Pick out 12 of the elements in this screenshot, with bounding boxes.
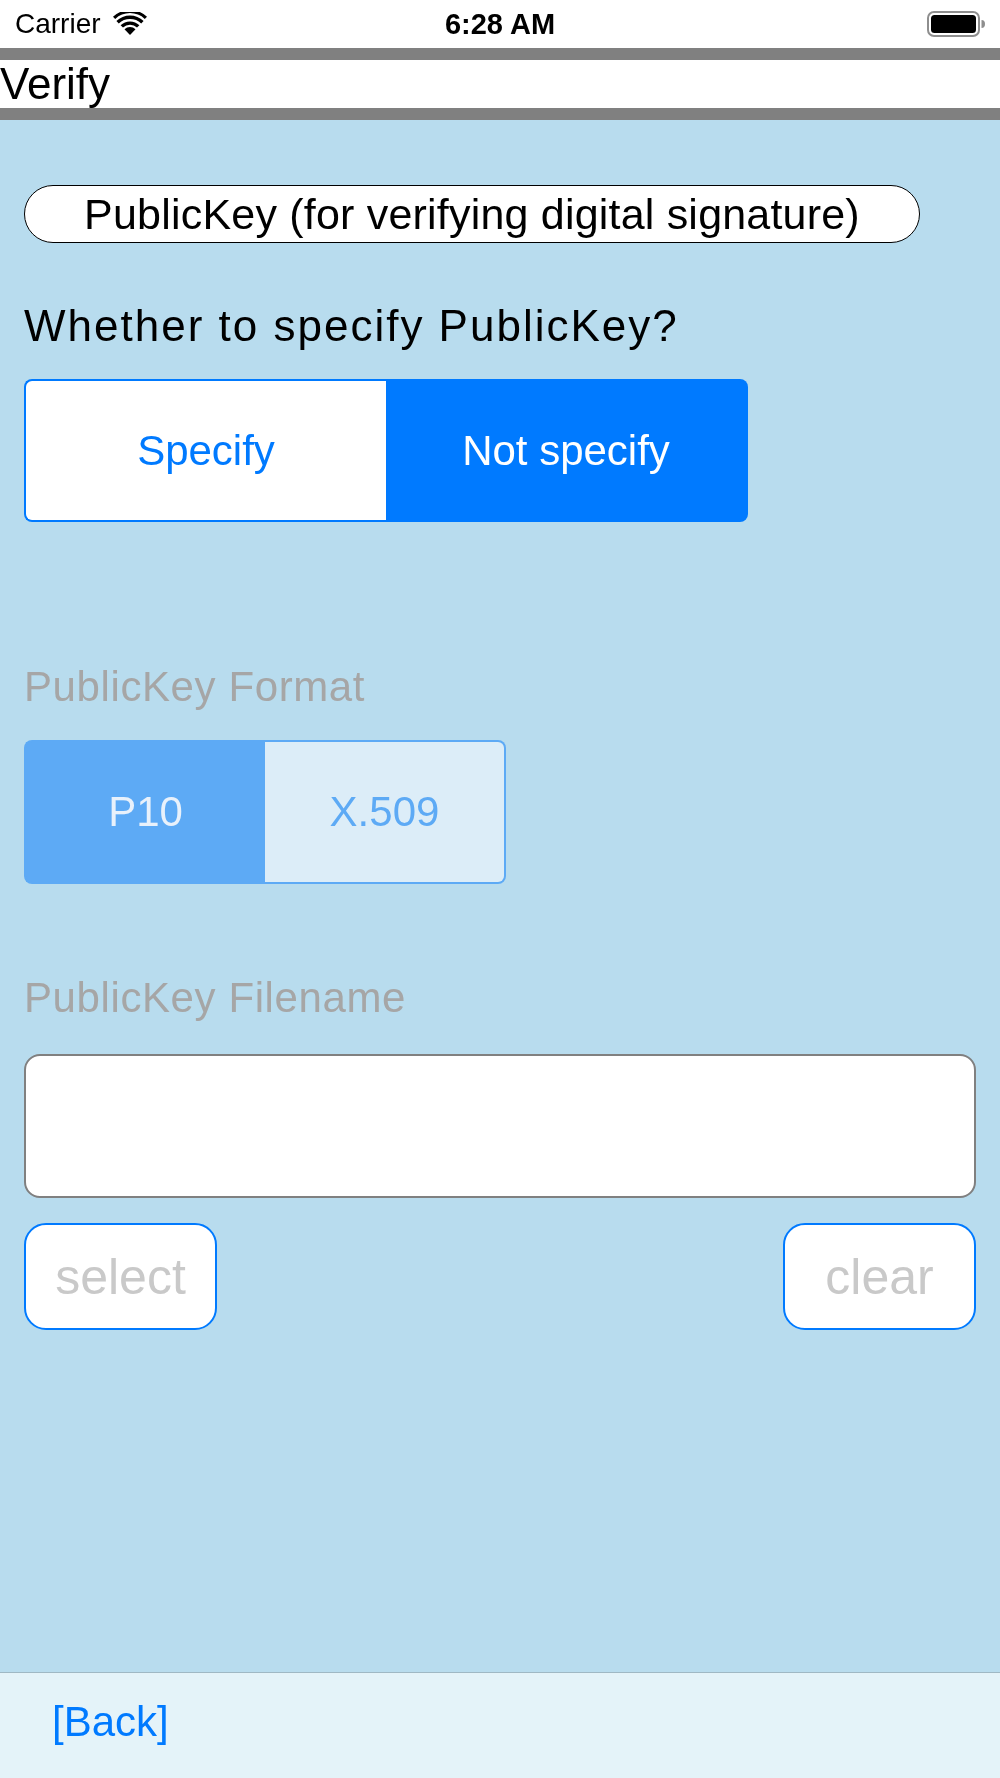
segment-option[interactable]: Not specify [386, 379, 748, 522]
wifi-icon [112, 12, 147, 36]
back-link[interactable]: [Back] [52, 1698, 169, 1745]
group-label: PublicKey Format [24, 662, 366, 712]
carrier-label: Carrier [15, 7, 101, 41]
screen-title: Verify [0, 60, 111, 108]
segment-option[interactable]: Specify [24, 379, 386, 522]
battery-icon [927, 11, 985, 37]
group-label: Whether to specify PublicKey? [24, 301, 679, 351]
section-title: PublicKey (for verifying digital signature) [24, 185, 920, 243]
group-label: PublicKey Filename [24, 973, 406, 1023]
clock-time: 6:28 AM [444, 7, 556, 41]
